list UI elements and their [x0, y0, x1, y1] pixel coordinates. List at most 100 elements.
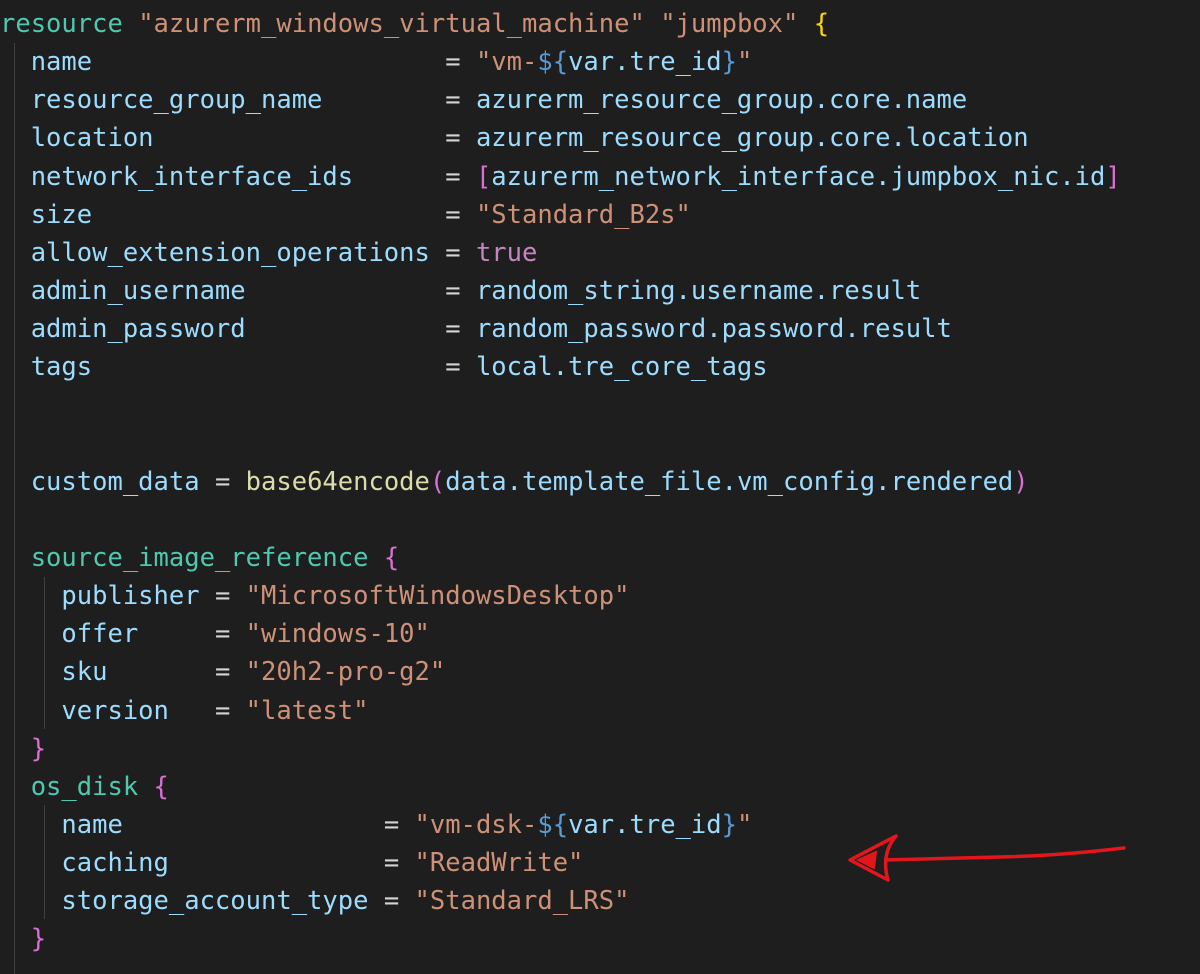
code-editor[interactable]: resource "azurerm_windows_virtual_machin… — [0, 0, 1200, 974]
code-line[interactable]: resource "azurerm_windows_virtual_machin… — [0, 5, 1200, 43]
code-line[interactable] — [0, 501, 1200, 539]
code-token: publisher — [0, 581, 215, 612]
code-token: = — [445, 275, 476, 306]
indent-guide-os-disk — [44, 805, 45, 919]
code-token: storage_account_type — [0, 886, 384, 917]
code-token: = — [445, 199, 476, 230]
code-token: "jumpbox" — [660, 9, 799, 39]
code-token: } — [30, 924, 47, 955]
code-token: random_password.password.result — [475, 314, 952, 345]
code-line[interactable]: allow_extension_operations = true — [0, 234, 1200, 272]
code-token: ] — [1105, 161, 1121, 192]
code-token: resource_group_name — [0, 85, 446, 116]
code-token: = — [445, 352, 476, 383]
code-line[interactable]: name = "vm-dsk-${var.tre_id}" — [0, 806, 1200, 844]
code-token: = — [445, 161, 476, 192]
code-line[interactable]: version = "latest" — [0, 692, 1200, 730]
code-line[interactable]: location = azurerm_resource_group.core.l… — [0, 119, 1200, 157]
code-token: { — [813, 9, 830, 39]
code-token: network_interface_ids — [0, 161, 446, 192]
code-token: admin_password — [0, 314, 446, 345]
code-line[interactable]: } — [0, 730, 1200, 768]
code-token: allow_extension_operations — [0, 237, 446, 268]
code-token: } — [721, 47, 737, 78]
code-token: "Standard_LRS" — [414, 886, 630, 917]
code-line[interactable]: } — [0, 920, 1200, 958]
code-line[interactable]: caching = "ReadWrite" — [0, 844, 1200, 882]
code-token: tags — [0, 352, 446, 383]
code-token: = — [445, 85, 476, 116]
code-token: var.tre_id — [568, 47, 722, 78]
code-token: = — [383, 886, 415, 917]
code-token: { — [153, 771, 169, 802]
code-line[interactable]: custom_data = base64encode(data.template… — [0, 463, 1200, 501]
code-token: [ — [475, 161, 492, 192]
code-token: ${ — [537, 809, 569, 840]
code-token: name — [0, 809, 384, 840]
code-token: size — [0, 199, 446, 230]
code-token: = — [214, 695, 246, 726]
code-token: var.tre_id — [568, 809, 722, 840]
code-token: caching — [0, 848, 384, 879]
code-line[interactable] — [0, 386, 1200, 424]
code-token: ${ — [537, 47, 569, 78]
code-token: "Standard_B2s" — [475, 199, 691, 230]
code-lines[interactable]: resource "azurerm_windows_virtual_machin… — [0, 5, 1200, 959]
code-line[interactable]: storage_account_type = "Standard_LRS" — [0, 882, 1200, 920]
code-token: "vm- — [475, 47, 538, 78]
code-line[interactable]: source_image_reference { — [0, 539, 1200, 577]
code-token: = — [214, 466, 246, 497]
code-token: } — [721, 809, 737, 840]
code-line[interactable]: network_interface_ids = [azurerm_network… — [0, 158, 1200, 196]
code-line[interactable]: offer = "windows-10" — [0, 615, 1200, 653]
code-token: azurerm_resource_group.core.location — [475, 123, 1029, 154]
code-token: os_disk — [0, 771, 139, 802]
code-token: ) — [1013, 466, 1029, 497]
code-token: = — [383, 848, 415, 879]
code-token: sku — [0, 657, 215, 688]
code-token: true — [475, 237, 538, 268]
code-line[interactable]: admin_password = random_password.passwor… — [0, 310, 1200, 348]
indent-guide-resource — [14, 43, 15, 974]
code-line[interactable]: admin_username = random_string.username.… — [0, 272, 1200, 310]
indent-guide-source-image-reference — [44, 577, 45, 729]
code-token: " — [736, 47, 753, 78]
code-token: "MicrosoftWindowsDesktop" — [245, 581, 630, 612]
code-token: azurerm_resource_group.core.name — [475, 85, 968, 116]
code-line[interactable]: sku = "20h2-pro-g2" — [0, 653, 1200, 691]
code-token: "azurerm_windows_virtual_machine" — [138, 9, 645, 39]
code-line[interactable]: tags = local.tre_core_tags — [0, 348, 1200, 386]
code-token: admin_username — [0, 275, 446, 306]
code-token: { — [383, 542, 400, 573]
code-token: "windows-10" — [245, 619, 430, 650]
code-token: = — [445, 123, 476, 154]
code-line[interactable] — [0, 425, 1200, 463]
code-line[interactable]: publisher = "MicrosoftWindowsDesktop" — [0, 577, 1200, 615]
code-token: offer — [0, 619, 215, 650]
code-token: } — [30, 733, 47, 764]
code-token: azurerm_network_interface.jumpbox_nic.id — [491, 161, 1106, 192]
code-token: = — [445, 314, 476, 345]
code-token: random_string.username.result — [475, 275, 922, 306]
code-token: local.tre_core_tags — [475, 352, 768, 383]
code-line[interactable]: resource_group_name = azurerm_resource_g… — [0, 81, 1200, 119]
code-line[interactable]: os_disk { — [0, 768, 1200, 806]
code-token: name — [0, 47, 446, 78]
code-token: resource — [0, 9, 123, 39]
code-token: "ReadWrite" — [414, 848, 584, 879]
code-token: = — [214, 581, 246, 612]
code-token: = — [445, 237, 476, 268]
code-token: ( — [429, 466, 446, 497]
code-token: base64encode — [245, 466, 430, 497]
code-line[interactable]: size = "Standard_B2s" — [0, 196, 1200, 234]
code-token: = — [383, 809, 415, 840]
code-token: location — [0, 123, 446, 154]
code-line[interactable]: name = "vm-${var.tre_id}" — [0, 43, 1200, 81]
code-token: = — [445, 47, 476, 78]
